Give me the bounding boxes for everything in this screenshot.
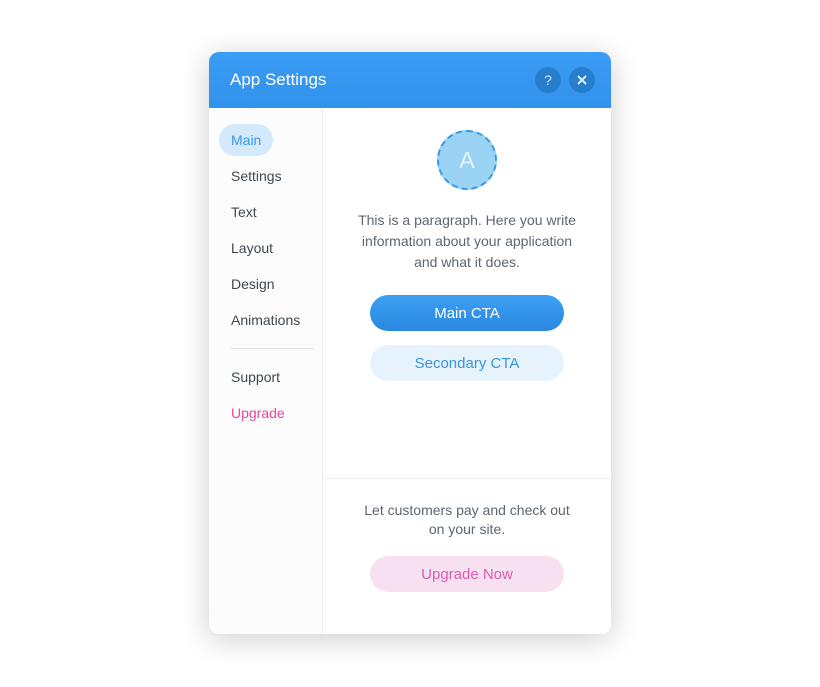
content-main: A This is a paragraph. Here you write in… (323, 108, 611, 478)
help-button[interactable]: ? (535, 67, 561, 93)
sidebar-item-text[interactable]: Text (219, 196, 269, 228)
panel-title: App Settings (230, 70, 326, 90)
sidebar-item-animations[interactable]: Animations (219, 304, 312, 336)
footer-text: Let customers pay and check out on your … (357, 501, 577, 540)
sidebar-item-main[interactable]: Main (219, 124, 273, 156)
sidebar-item-upgrade[interactable]: Upgrade (219, 397, 297, 429)
app-description: This is a paragraph. Here you write info… (349, 210, 585, 273)
header-actions: ? (535, 67, 595, 93)
close-icon (577, 75, 587, 85)
sidebar-item-design[interactable]: Design (219, 268, 287, 300)
sidebar-item-settings[interactable]: Settings (219, 160, 294, 192)
app-logo-placeholder: A (437, 130, 497, 190)
content-footer: Let customers pay and check out on your … (323, 478, 611, 634)
content: A This is a paragraph. Here you write in… (323, 108, 611, 634)
panel-header: App Settings ? (209, 52, 611, 108)
upgrade-now-button[interactable]: Upgrade Now (370, 556, 564, 592)
logo-letter: A (459, 147, 474, 174)
sidebar-divider (231, 348, 314, 349)
main-cta-button[interactable]: Main CTA (370, 295, 564, 331)
close-button[interactable] (569, 67, 595, 93)
sidebar-item-support[interactable]: Support (219, 361, 292, 393)
settings-panel: App Settings ? Main Settings Text Layout… (209, 52, 611, 634)
secondary-cta-button[interactable]: Secondary CTA (370, 345, 564, 381)
sidebar-item-layout[interactable]: Layout (219, 232, 285, 264)
sidebar: Main Settings Text Layout Design Animati… (209, 108, 323, 634)
help-icon: ? (544, 73, 552, 87)
panel-body: Main Settings Text Layout Design Animati… (209, 108, 611, 634)
